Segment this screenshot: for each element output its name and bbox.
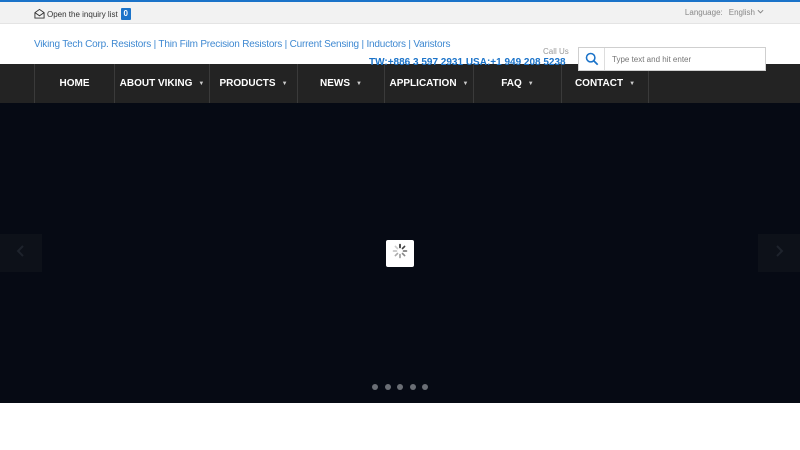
chevron-down-icon[interactable] [755, 8, 764, 17]
envelope-icon [34, 8, 47, 21]
caret-down-icon: ▼ [356, 80, 362, 87]
nav-item-application[interactable]: APPLICATION ▼ [385, 64, 474, 103]
phone-numbers[interactable]: TW:+886 3 597 2931 USA:+1 949 208 5238 [369, 57, 566, 68]
chevron-right-icon [772, 244, 786, 263]
inquiry-count-badge: 0 [120, 8, 131, 20]
nav-item-label: NEWS [320, 78, 351, 89]
slider-pagination [372, 384, 435, 390]
language-dropdown[interactable]: English [729, 8, 755, 17]
call-us-label: Call Us [543, 47, 569, 56]
caret-down-icon: ▼ [462, 80, 469, 87]
nav-item-about-viking[interactable]: ABOUT VIKING ▼ [115, 64, 210, 103]
nav-item-label: HOME [59, 78, 90, 89]
nav-item-products[interactable]: PRODUCTS ▼ [210, 64, 298, 103]
caret-down-icon: ▼ [629, 80, 636, 87]
caret-down-icon: ▼ [527, 80, 534, 87]
caret-down-icon: ▼ [281, 80, 288, 87]
language-selector: Language: English [685, 8, 764, 17]
loading-spinner [386, 240, 414, 267]
chevron-left-icon [14, 244, 28, 263]
slider-next-button[interactable] [758, 234, 800, 272]
nav-item-label: PRODUCTS [219, 78, 276, 89]
hero-slider [0, 103, 800, 403]
nav-item-news[interactable]: NEWS ▼ [298, 64, 385, 103]
slider-dot[interactable] [372, 384, 378, 390]
slider-prev-button[interactable] [0, 234, 42, 272]
slider-dot[interactable] [384, 384, 391, 390]
spinner-icon [392, 243, 408, 264]
search-box [578, 47, 766, 71]
nav-item-label: CONTACT [574, 78, 624, 89]
caret-down-icon: ▼ [198, 80, 205, 87]
search-input[interactable] [605, 49, 765, 69]
slider-dot[interactable] [409, 384, 416, 390]
slider-dot[interactable] [422, 384, 428, 390]
inquiry-list-label: Open the inquiry list [47, 9, 118, 19]
search-icon[interactable] [579, 48, 605, 70]
slider-dot[interactable] [397, 384, 403, 390]
language-label: Language: [684, 8, 723, 17]
inquiry-list-link[interactable]: Open the inquiry list 0 [34, 7, 131, 21]
nav-item-faq[interactable]: FAQ ▼ [474, 64, 562, 103]
top-bar: Open the inquiry list 0 Language: Englis… [0, 2, 800, 24]
nav-item-label: FAQ [501, 78, 522, 89]
nav-menu: HOME ABOUT VIKING ▼ PRODUCTS ▼ NEWS ▼ APPLICATI… [34, 64, 649, 103]
nav-item-home[interactable]: HOME [35, 64, 115, 103]
nav-item-label: APPLICATION [389, 78, 457, 89]
nav-item-label: ABOUT VIKING [119, 78, 193, 89]
